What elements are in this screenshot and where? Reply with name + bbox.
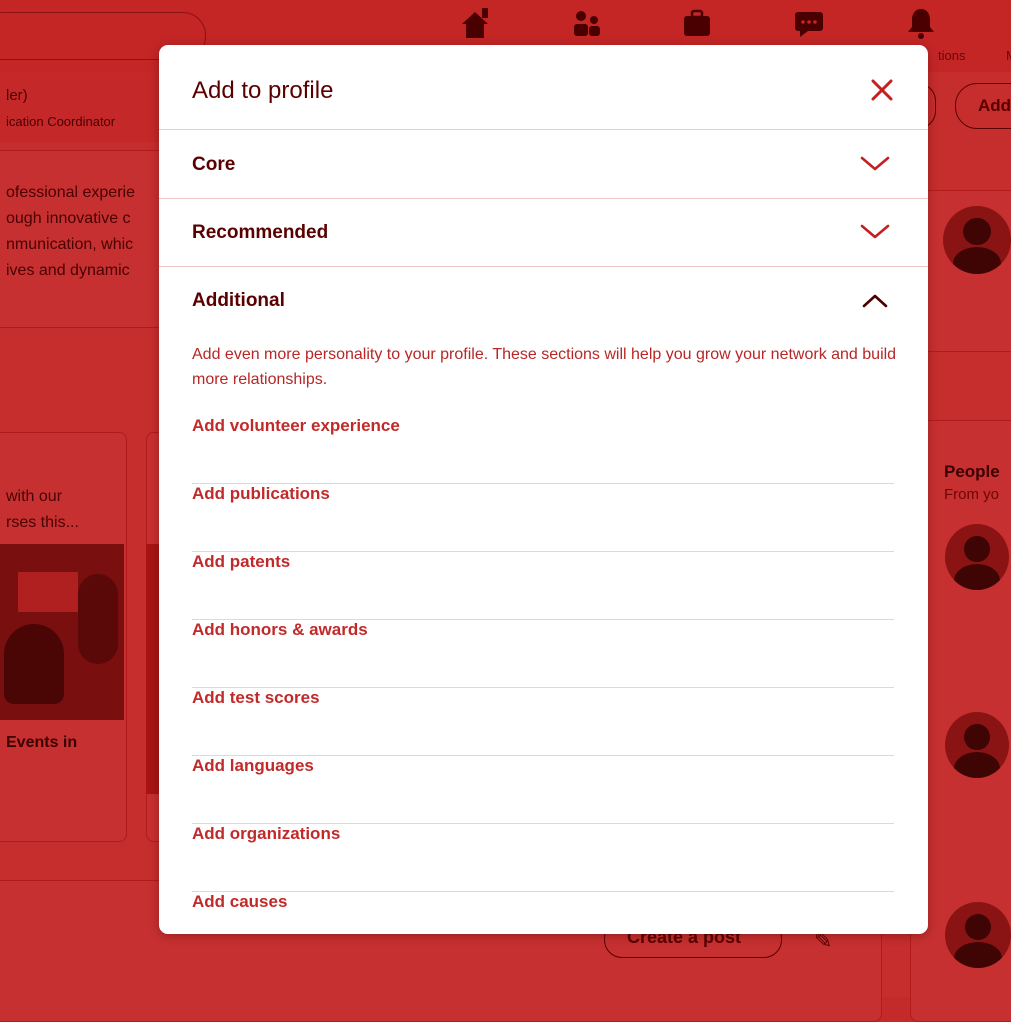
item-label: Add test scores	[192, 688, 320, 707]
item-label: Add volunteer experience	[192, 416, 400, 435]
about-text-line: ofessional experie	[6, 184, 135, 201]
close-icon	[871, 79, 893, 101]
item-label: Add languages	[192, 756, 314, 775]
item-label: Add honors & awards	[192, 620, 368, 639]
add-button[interactable]: Add	[955, 83, 1011, 129]
add-test-scores-link[interactable]: Add test scores	[192, 687, 894, 756]
add-honors-awards-link[interactable]: Add honors & awards	[192, 619, 894, 688]
me-nav-label[interactable]: M	[1006, 48, 1011, 63]
people-section-title: People	[944, 462, 1000, 481]
home-icon[interactable]	[458, 6, 492, 40]
people-section-subtitle: From yo	[944, 486, 1000, 503]
add-organizations-link[interactable]: Add organizations	[192, 823, 894, 892]
section-additional[interactable]: Additional	[159, 266, 928, 334]
events-label: Events in	[6, 734, 78, 751]
add-volunteer-experience-link[interactable]: Add volunteer experience	[192, 415, 894, 484]
course-title-line: rses this...	[6, 514, 79, 531]
notifications-nav-label[interactable]: tions	[938, 48, 965, 63]
section-label: Core	[192, 154, 236, 175]
avatar[interactable]	[943, 206, 1011, 274]
profile-headline: ication Coordinator	[6, 114, 116, 129]
section-label: Additional	[192, 290, 285, 311]
profile-name: ler)	[6, 87, 28, 104]
item-label: Add publications	[192, 484, 330, 503]
section-recommended[interactable]: Recommended	[159, 198, 928, 267]
add-causes-link[interactable]: Add causes	[192, 891, 894, 934]
avatar[interactable]	[945, 712, 1009, 778]
chevron-down-icon	[859, 152, 891, 176]
jobs-icon[interactable]	[680, 6, 714, 40]
item-label: Add patents	[192, 552, 291, 571]
course-title-line: with our	[6, 488, 63, 505]
dialog-title: Add to profile	[192, 77, 334, 104]
add-to-profile-dialog: Add to profile Core Recommended Addition…	[159, 45, 928, 934]
my-network-icon[interactable]	[570, 6, 604, 40]
avatar[interactable]	[945, 902, 1011, 968]
avatar[interactable]	[945, 524, 1009, 590]
course-image	[0, 544, 124, 720]
item-label: Add causes	[192, 892, 288, 911]
additional-description: Add even more personality to your profil…	[192, 346, 897, 388]
close-button[interactable]	[863, 71, 901, 109]
item-label: Add organizations	[192, 824, 341, 843]
add-languages-link[interactable]: Add languages	[192, 755, 894, 824]
about-text-line: nmunication, whic	[6, 236, 134, 253]
about-text-line: ives and dynamic	[6, 262, 130, 279]
messaging-icon[interactable]	[792, 6, 826, 40]
about-text-line: ough innovative c	[6, 210, 131, 227]
add-button-label: Add	[978, 96, 1011, 115]
add-patents-link[interactable]: Add patents	[192, 551, 894, 620]
dialog-header: Add to profile	[159, 45, 928, 130]
add-publications-link[interactable]: Add publications	[192, 483, 894, 552]
notifications-icon[interactable]	[904, 6, 938, 40]
section-core[interactable]: Core	[159, 130, 928, 199]
chevron-down-icon	[859, 220, 891, 244]
chevron-up-icon	[859, 288, 891, 312]
section-label: Recommended	[192, 222, 329, 243]
